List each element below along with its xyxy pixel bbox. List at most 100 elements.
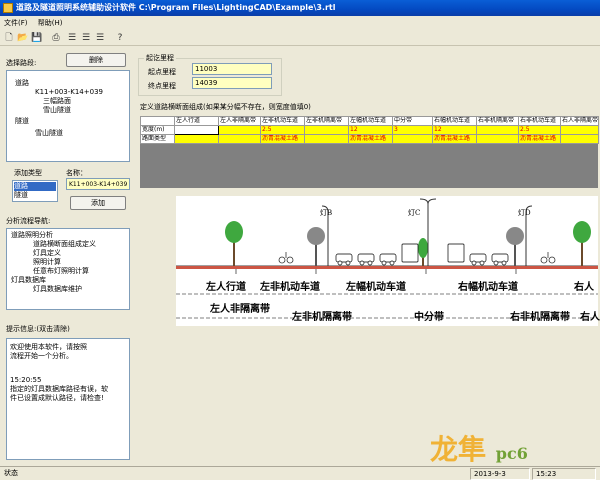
grid-header: 右非机动车道 — [518, 116, 561, 126]
nav-lamp-define[interactable]: 灯具定义 — [9, 249, 127, 258]
label-right-person: 右人 — [574, 282, 594, 293]
grid-cell[interactable]: 沥青混凝土路 — [518, 134, 561, 144]
name-label: 名称： — [66, 169, 87, 177]
lamp-label-c: 灯C — [408, 209, 421, 217]
menu-file[interactable]: 文件(F) — [0, 16, 32, 30]
grid-cell[interactable] — [560, 134, 599, 144]
end-mileage-label: 终点里程 — [148, 82, 176, 90]
grid-header: 左人非隔离带 — [218, 116, 261, 126]
nav-lamp-db[interactable]: 灯具数据库 — [9, 276, 127, 285]
hint-line-1: 欢迎使用本软件，请按照 — [10, 343, 87, 351]
hint-time: 15:20:55 — [10, 376, 42, 384]
label-left-motor-lane: 左幅机动车道 — [346, 282, 406, 293]
grid-cell[interactable]: 2.5 — [260, 125, 305, 135]
add-button[interactable]: 添加 — [70, 196, 126, 210]
type-option-road[interactable]: 道路 — [14, 182, 56, 191]
grid-cell[interactable]: 12 — [432, 125, 477, 135]
tree-icon — [307, 227, 325, 266]
grid-cell[interactable] — [392, 134, 433, 144]
tree-item-xueshan-tunnel[interactable]: 雪山隧道 — [11, 129, 125, 138]
status-time: 15:23 — [532, 468, 596, 480]
grid-cell[interactable] — [218, 125, 261, 135]
grid-cell[interactable]: 3 — [392, 125, 433, 135]
grid-cell[interactable] — [560, 125, 599, 135]
grid-cell[interactable] — [174, 134, 219, 144]
grid-cell[interactable] — [174, 125, 219, 135]
hint-line-5: 指定的灯具数据库路径有误，软 — [10, 385, 108, 393]
hint-box[interactable]: 欢迎使用本软件，请按照 流程开始一个分析。 15:20:55 指定的灯具数据库路… — [6, 338, 130, 460]
hint-line-6: 件已设置成默认路径，请检查! — [10, 394, 104, 402]
toolbar: 🗋 📂 💾 ⎙ ☰ ☰ ☰ ? — [0, 30, 600, 46]
nav-lighting-calc[interactable]: 照明计算 — [9, 258, 127, 267]
start-mileage-input[interactable]: 11003 — [192, 63, 272, 75]
type-option-tunnel[interactable]: 隧道 — [14, 191, 56, 200]
grid-cell[interactable]: 2.5 — [518, 125, 561, 135]
lamp-label-b: 灯B — [320, 209, 333, 217]
grid-header: 右幅机动车道 — [432, 116, 477, 126]
grid-cell[interactable] — [304, 125, 349, 135]
name-field[interactable]: K11+003-K14+039 — [66, 178, 130, 190]
help-icon[interactable]: ? — [114, 32, 126, 44]
path-tree[interactable]: 道路 K11+003-K14+039 三幅路面 雪山隧道 隧道 雪山隧道 — [6, 70, 130, 162]
new-icon[interactable]: 🗋 — [3, 32, 15, 44]
label-right-motor-lane: 右幅机动车道 — [458, 282, 518, 293]
type-list[interactable]: 道路 隧道 — [12, 180, 58, 202]
tree-icon — [225, 221, 243, 266]
width-row: 宽度(m) 2.5 12 3 12 2.5 — [140, 125, 599, 135]
end-mileage-input[interactable]: 14039 — [192, 77, 272, 89]
app-icon — [3, 3, 13, 13]
tree-icon — [418, 238, 428, 266]
nav-road-analysis[interactable]: 道路照明分析 — [9, 231, 127, 240]
grid-cell[interactable] — [476, 134, 519, 144]
print-icon[interactable]: ⎙ — [50, 32, 62, 44]
status-bar: 状态 2013-9-3 15:23 — [0, 466, 600, 480]
grid-header: 左人行道 — [174, 116, 219, 126]
watermark-sub: pc6 — [495, 444, 528, 463]
tree-icon — [573, 221, 591, 266]
align-right-icon[interactable]: ☰ — [94, 32, 106, 44]
label-left-person-nonmotor-divider: 左人非隔离带 — [210, 304, 270, 315]
align-left-icon[interactable]: ☰ — [66, 32, 78, 44]
start-mileage-label: 起点里程 — [148, 68, 176, 76]
hint-line-3 — [10, 361, 126, 370]
grid-header-row: 左人行道 左人非隔离带 左非机动车道 左非机隔离带 左幅机动车道 中分带 右幅机… — [140, 116, 599, 126]
window-title: 道路及隧道照明系统辅助设计软件 C:\Program Files\Lightin… — [16, 3, 336, 12]
label-median: 中分带 — [414, 312, 444, 323]
grid-row-header: 宽度(m) — [140, 125, 175, 135]
tree-item-xueshan-road[interactable]: 雪山隧道 — [11, 106, 125, 115]
watermark-text: 龙隼 — [430, 433, 487, 466]
menu-bar: 文件(F) 帮助(H) — [0, 16, 600, 30]
save-icon[interactable]: 💾 — [31, 32, 43, 44]
nav-label: 分析流程导航: — [6, 217, 51, 225]
grid-cell[interactable] — [476, 125, 519, 135]
label-right-nonmotor-divider: 右非机隔离带 — [510, 312, 570, 323]
label-left-sidewalk: 左人行道 — [206, 282, 246, 293]
grid-cell[interactable]: 沥青混凝土路 — [432, 134, 477, 144]
grid-header: 左幅机动车道 — [348, 116, 393, 126]
grid-cell[interactable]: 12 — [348, 125, 393, 135]
menu-help[interactable]: 帮助(H) — [34, 16, 67, 30]
tree-item-three-lane[interactable]: 三幅路面 — [11, 97, 125, 106]
nav-tree[interactable]: 道路照明分析 道路横断面组成定义 灯具定义 照明计算 任意布灯照明计算 灯具数据… — [6, 228, 130, 310]
tree-item-segment[interactable]: K11+003-K14+039 — [11, 88, 125, 97]
nav-cross-section[interactable]: 道路横断面组成定义 — [9, 240, 127, 249]
nav-lamp-db-maintain[interactable]: 灯具数据库维护 — [9, 285, 127, 294]
label-left-nonmotor-lane: 左非机动车道 — [260, 282, 320, 293]
align-center-icon[interactable]: ☰ — [80, 32, 92, 44]
select-path-label: 选择路段: — [6, 59, 37, 67]
tree-item-tunnel[interactable]: 隧道 — [11, 117, 125, 126]
grid-cell[interactable] — [218, 134, 261, 144]
grid-cell[interactable]: 沥青混凝土路 — [348, 134, 393, 144]
grid-cell[interactable]: 沥青混凝土路 — [260, 134, 305, 144]
delete-button[interactable]: 删除 — [66, 53, 126, 67]
status-text: 状态 — [4, 469, 18, 477]
nav-arbitrary-calc[interactable]: 任意布灯照明计算 — [9, 267, 127, 276]
tree-icon — [506, 227, 524, 266]
title-bar: 道路及隧道照明系统辅助设计软件 C:\Program Files\Lightin… — [0, 0, 600, 16]
lane-markers — [235, 269, 517, 274]
tree-item-road[interactable]: 道路 — [11, 79, 125, 88]
grid-cell[interactable] — [304, 134, 349, 144]
open-icon[interactable]: 📂 — [17, 32, 29, 44]
grid-header: 左非机隔离带 — [304, 116, 349, 126]
section-grid[interactable]: 左人行道 左人非隔离带 左非机动车道 左非机隔离带 左幅机动车道 中分带 右幅机… — [140, 116, 599, 188]
